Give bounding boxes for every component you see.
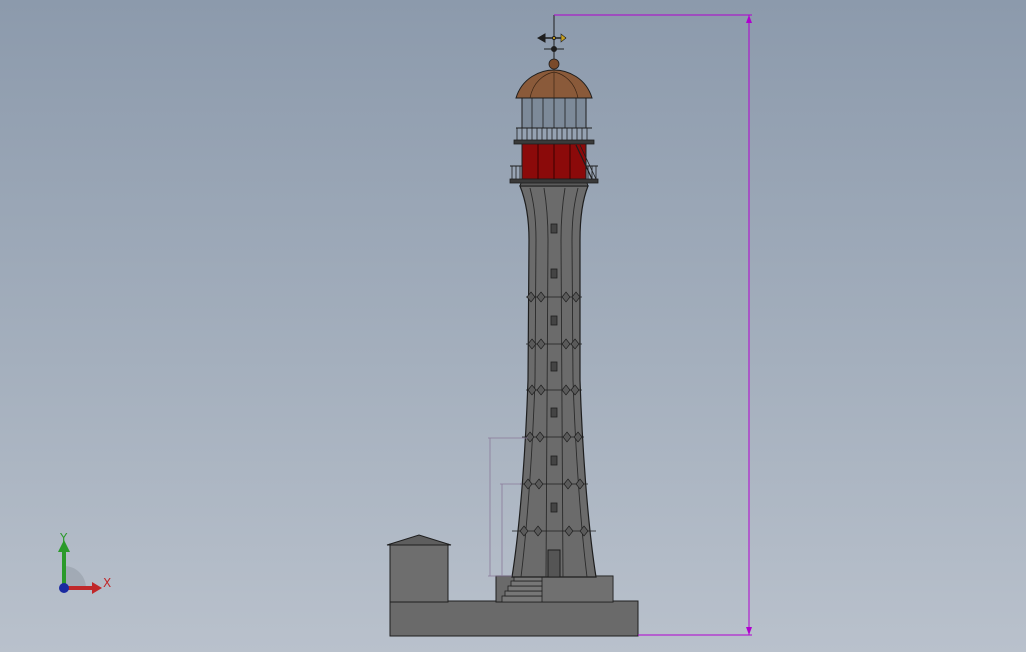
lighthouse-model[interactable] xyxy=(0,0,1026,652)
triad-y-label: Y xyxy=(59,531,68,545)
tower-door[interactable] xyxy=(547,549,561,578)
graphics-viewport[interactable]: Y X xyxy=(0,0,1026,652)
window-slot xyxy=(550,502,558,513)
base-platform[interactable] xyxy=(389,600,639,637)
tower-body[interactable] xyxy=(511,185,597,578)
triad-icon: Y X xyxy=(58,531,111,594)
triad-x-label: X xyxy=(103,576,111,590)
lantern-glazing xyxy=(521,97,587,129)
window-slot xyxy=(550,315,558,326)
lantern-dome[interactable] xyxy=(515,58,593,99)
window-slot xyxy=(550,223,558,234)
window-slot xyxy=(550,361,558,372)
side-house[interactable] xyxy=(386,534,452,603)
upper-gallery[interactable] xyxy=(513,127,595,145)
window-slot xyxy=(550,407,558,418)
window-slot xyxy=(550,455,558,466)
weather-vane-icon xyxy=(536,15,567,59)
lantern-room[interactable] xyxy=(521,142,597,180)
window-slot xyxy=(550,268,558,279)
